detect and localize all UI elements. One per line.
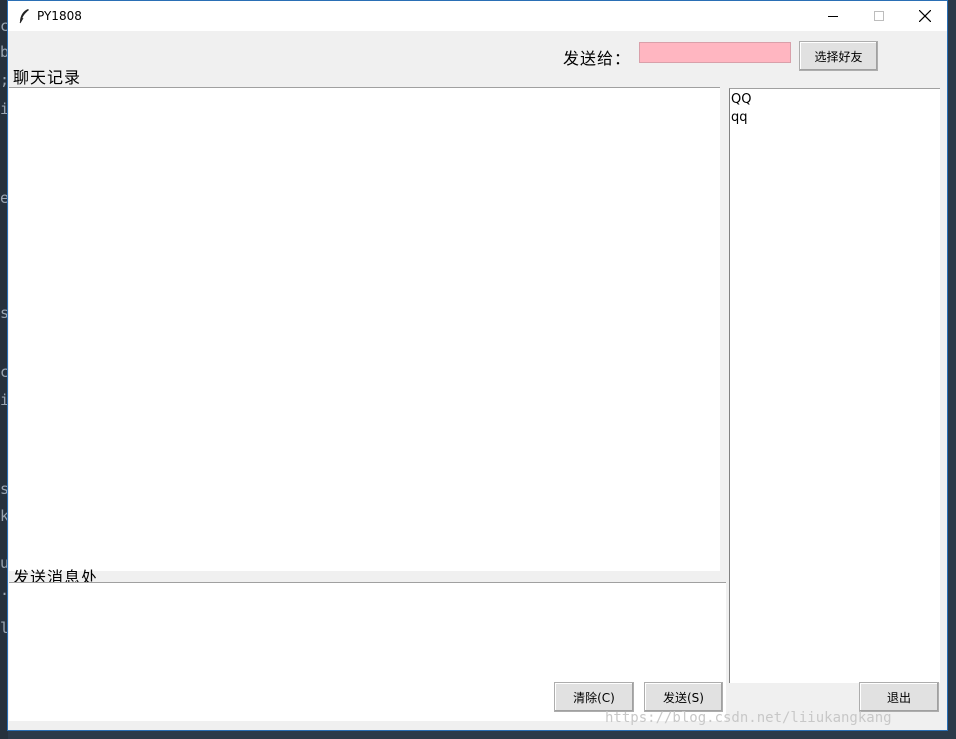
minimize-button[interactable] [810, 1, 856, 31]
close-icon [919, 10, 931, 22]
send-to-label: 发送给： [563, 49, 632, 68]
app-window: PY1808 发送给： 选择好友 聊天记录 QQ qq 发送消息处 清除(C) … [7, 0, 948, 731]
maximize-button[interactable] [856, 1, 902, 31]
window-title: PY1808 [37, 9, 82, 23]
select-friend-button[interactable]: 选择好友 [799, 41, 878, 71]
friend-list-item[interactable]: qq [731, 109, 940, 127]
exit-button[interactable]: 退出 [859, 682, 939, 712]
title-bar[interactable]: PY1808 [8, 1, 947, 31]
send-button[interactable]: 发送(S) [644, 682, 723, 712]
maximize-icon [874, 11, 884, 21]
clear-button[interactable]: 清除(C) [554, 682, 634, 712]
friend-list-item[interactable]: QQ [731, 91, 940, 109]
friend-list[interactable]: QQ qq [729, 88, 940, 683]
chat-history-label: 聊天记录 [13, 68, 82, 87]
watermark: https://blog.csdn.net/liiukangkang [605, 710, 892, 726]
minimize-icon [828, 16, 838, 17]
chat-history-text[interactable] [9, 87, 720, 571]
feather-icon [19, 9, 29, 24]
close-button[interactable] [902, 1, 947, 31]
send-to-input[interactable] [639, 42, 791, 63]
